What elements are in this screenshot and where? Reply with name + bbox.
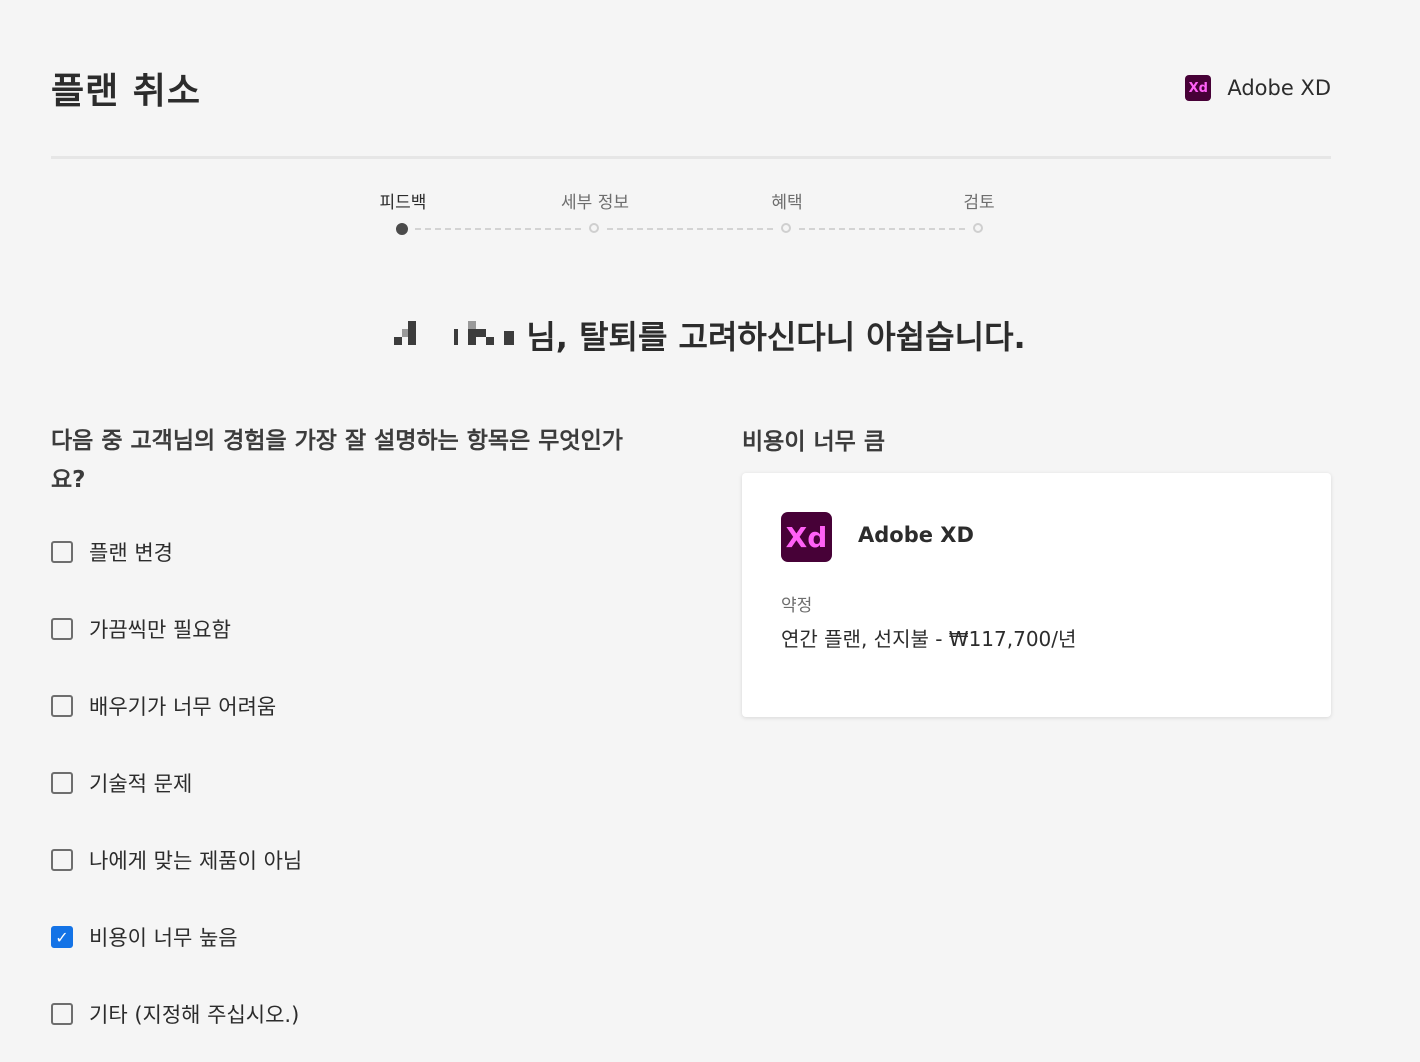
checkbox[interactable] xyxy=(51,695,73,717)
step-dot xyxy=(781,223,791,233)
checkmark-icon: ✓ xyxy=(55,927,69,947)
card-term-value: 연간 플랜, 선지불 - ₩117,700/년 xyxy=(781,627,1077,651)
step-label: 세부 정보 xyxy=(561,193,629,213)
greeting-text: 님, 탈퇴를 고려하신다니 아쉽습니다. xyxy=(526,318,1026,356)
option-technical-issue[interactable]: 기술적 문제 xyxy=(51,768,192,798)
page-header: 플랜 취소 Xd Adobe XD xyxy=(51,58,1331,118)
option-label: 기타 (지정해 주십시오.) xyxy=(89,1003,300,1027)
step-dot xyxy=(973,223,983,233)
option-too-expensive[interactable]: ✓ 비용이 너무 높음 xyxy=(51,922,238,952)
option-label: 배우기가 너무 어려움 xyxy=(89,695,277,719)
header-divider xyxy=(51,156,1331,159)
step-benefits: 혜택 xyxy=(727,188,847,233)
card-product-name: Adobe XD xyxy=(858,523,974,547)
step-connector xyxy=(799,228,965,230)
option-label: 가끔씩만 필요함 xyxy=(89,618,231,642)
step-details: 세부 정보 xyxy=(535,188,655,233)
checkbox-checked[interactable]: ✓ xyxy=(51,926,73,948)
cancel-plan-page: 플랜 취소 Xd Adobe XD 피드백 세부 정보 혜택 검토 님, 탈퇴를… xyxy=(0,0,1420,1062)
checkbox[interactable] xyxy=(51,849,73,871)
checkbox[interactable] xyxy=(51,618,73,640)
step-label: 피드백 xyxy=(379,193,427,213)
product-tag: Xd Adobe XD xyxy=(1185,75,1331,101)
step-dot xyxy=(589,223,599,233)
redacted-user-name xyxy=(394,321,524,351)
greeting-heading: 님, 탈퇴를 고려하신다니 아쉽습니다. xyxy=(0,312,1420,358)
page-title: 플랜 취소 xyxy=(51,71,202,112)
plan-card: Xd Adobe XD 약정 연간 플랜, 선지불 - ₩117,700/년 xyxy=(742,473,1331,717)
option-not-right-product[interactable]: 나에게 맞는 제품이 아님 xyxy=(51,845,302,875)
step-dot-current xyxy=(396,223,408,235)
option-too-hard-to-learn[interactable]: 배우기가 너무 어려움 xyxy=(51,691,276,721)
option-other[interactable]: 기타 (지정해 주십시오.) xyxy=(51,999,299,1029)
checkbox[interactable] xyxy=(51,1003,73,1025)
progress-stepper: 피드백 세부 정보 혜택 검토 xyxy=(340,188,1060,248)
step-connector xyxy=(415,228,581,230)
checkbox[interactable] xyxy=(51,772,73,794)
product-tag-name: Adobe XD xyxy=(1227,76,1331,100)
step-label: 검토 xyxy=(963,193,995,213)
option-label: 나에게 맞는 제품이 아님 xyxy=(89,849,303,873)
option-label: 기술적 문제 xyxy=(89,772,193,796)
step-label: 혜택 xyxy=(771,193,803,213)
step-feedback: 피드백 xyxy=(343,188,463,235)
reason-panel-title: 비용이 너무 큼 xyxy=(742,429,885,455)
option-occasional-need[interactable]: 가끔씩만 필요함 xyxy=(51,614,231,644)
adobe-xd-logo-icon: Xd xyxy=(1185,75,1212,101)
option-change-plan[interactable]: 플랜 변경 xyxy=(51,537,173,567)
survey-question: 다음 중 고객님의 경험을 가장 잘 설명하는 항목은 무엇인가요? xyxy=(51,428,623,493)
adobe-xd-logo-icon: Xd xyxy=(781,512,832,562)
option-label: 비용이 너무 높음 xyxy=(89,926,238,950)
checkbox[interactable] xyxy=(51,541,73,563)
step-review: 검토 xyxy=(919,188,1039,233)
option-label: 플랜 변경 xyxy=(89,541,173,565)
card-term-label: 약정 xyxy=(781,596,813,616)
step-connector xyxy=(607,228,773,230)
